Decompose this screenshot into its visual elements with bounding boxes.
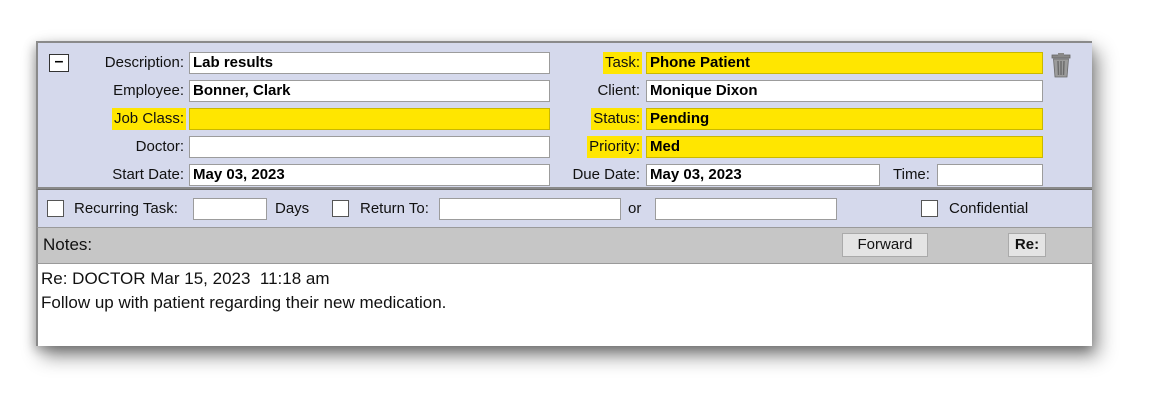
- job-class-label: Job Class:: [111, 108, 186, 130]
- description-field[interactable]: Lab results: [189, 52, 550, 74]
- recurring-days-field[interactable]: [193, 198, 267, 220]
- collapse-button[interactable]: –: [49, 54, 69, 72]
- due-date-field[interactable]: May 03, 2023: [646, 164, 880, 186]
- reply-button[interactable]: Re:: [1008, 233, 1046, 257]
- status-label: Status:: [591, 108, 642, 130]
- time-label: Time:: [893, 166, 930, 183]
- return-to-field[interactable]: [439, 198, 621, 220]
- days-label: Days: [275, 200, 310, 217]
- notes-label: Notes:: [43, 235, 93, 254]
- task-field[interactable]: Phone Patient: [646, 52, 1043, 74]
- recurring-task-checkbox[interactable]: [47, 200, 64, 217]
- description-label: Description:: [104, 54, 184, 71]
- employee-field[interactable]: Bonner, Clark: [189, 80, 550, 102]
- return-to-checkbox[interactable]: [332, 200, 349, 217]
- forward-button[interactable]: Forward: [842, 233, 928, 257]
- confidential-label: Confidential: [949, 200, 1029, 217]
- employee-label: Employee:: [113, 82, 184, 99]
- due-date-label: Due Date:: [572, 166, 640, 183]
- notes-text-area[interactable]: Re: DOCTOR Mar 15, 2023 11:18 am Follow …: [36, 263, 1092, 346]
- status-field[interactable]: Pending: [646, 108, 1043, 130]
- doctor-label: Doctor:: [135, 138, 184, 155]
- or-label: or: [628, 200, 642, 217]
- return-to-label: Return To:: [360, 200, 429, 217]
- task-form-panel: – Description: Lab results Employee: Bon…: [36, 41, 1092, 189]
- or-field[interactable]: [655, 198, 837, 220]
- trash-icon[interactable]: [1050, 52, 1072, 78]
- client-label: Client:: [597, 82, 640, 99]
- time-field[interactable]: [937, 164, 1043, 186]
- confidential-checkbox[interactable]: [921, 200, 938, 217]
- start-date-field[interactable]: May 03, 2023: [189, 164, 550, 186]
- options-row: Recurring Task: Days Return To: or Confi…: [36, 189, 1092, 227]
- note-line-1: Re: DOCTOR Mar 15, 2023 11:18 am: [41, 269, 330, 288]
- start-date-label: Start Date:: [112, 166, 184, 183]
- note-line-2: Follow up with patient regarding their n…: [41, 293, 447, 312]
- task-label: Task:: [602, 52, 642, 74]
- doctor-field[interactable]: [189, 136, 550, 158]
- job-class-field[interactable]: [189, 108, 550, 130]
- recurring-task-label: Recurring Task:: [74, 200, 178, 217]
- priority-field[interactable]: Med: [646, 136, 1043, 158]
- priority-label: Priority:: [587, 136, 642, 158]
- notes-header: Notes: Forward Re:: [36, 227, 1092, 263]
- client-field[interactable]: Monique Dixon: [646, 80, 1043, 102]
- task-dialog: – Description: Lab results Employee: Bon…: [36, 41, 1092, 346]
